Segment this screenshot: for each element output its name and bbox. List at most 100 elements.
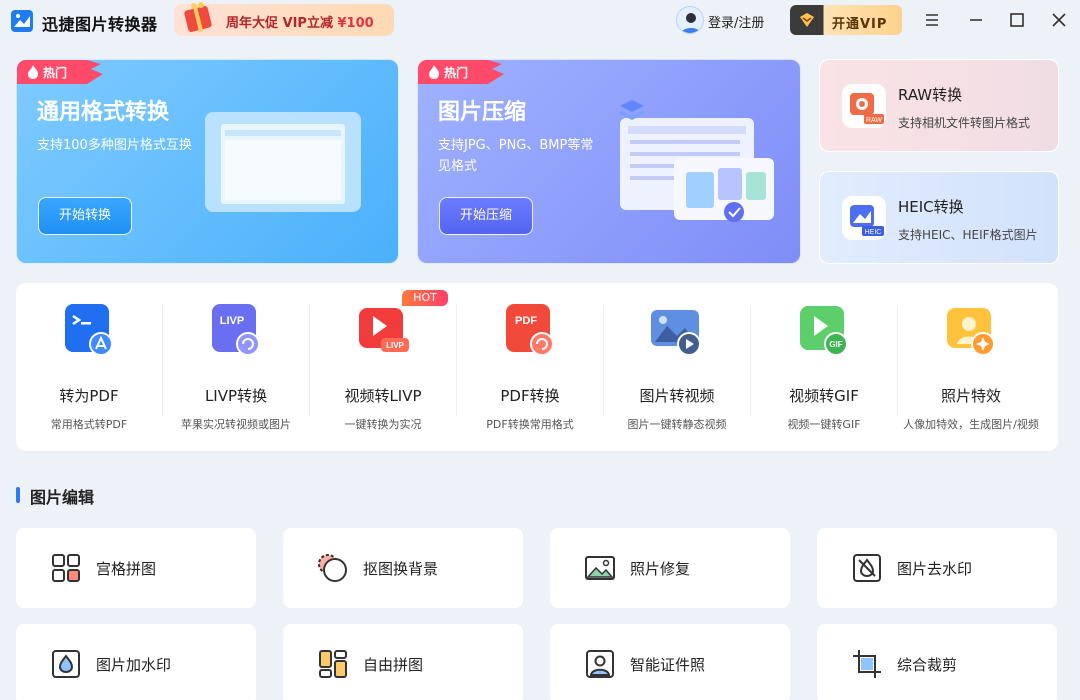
edit-photo-repair[interactable]: 照片修复 bbox=[550, 528, 790, 608]
menu-icon[interactable] bbox=[922, 10, 942, 30]
raw-file-icon: RAW bbox=[842, 84, 886, 128]
banner-desc: 支持JPG、PNG、BMP等常见格式 bbox=[438, 138, 594, 174]
tools-panel: 转为PDF 常用格式转PDF LIVP LIVP转换 苹果实况转视频或图片 LI… bbox=[16, 283, 1058, 451]
edit-grid-collage[interactable]: 宫格拼图 bbox=[16, 528, 256, 608]
hot-label: 热门 bbox=[444, 66, 469, 80]
edit-label: 照片修复 bbox=[630, 560, 691, 578]
section-title: 图片编辑 bbox=[30, 488, 95, 507]
photo-effects-icon bbox=[947, 308, 995, 356]
pdf-icon-text: PDF bbox=[515, 315, 537, 327]
tool-name: 视频转GIF bbox=[789, 387, 859, 405]
raw-convert-card[interactable]: RAW RAW转换 支持相机文件转图片格式 bbox=[819, 59, 1059, 152]
livp-icon: LIVP bbox=[212, 304, 260, 356]
grid-collage-icon bbox=[52, 554, 80, 582]
edit-label: 智能证件照 bbox=[630, 656, 706, 674]
edit-remove-watermark[interactable]: 图片去水印 bbox=[817, 528, 1057, 608]
tool-name: 照片特效 bbox=[940, 387, 1001, 405]
compress-illustration-icon bbox=[620, 100, 774, 222]
user-icon bbox=[681, 13, 701, 33]
remove-watermark-icon bbox=[853, 554, 881, 582]
tool-desc: 苹果实况转视频或图片 bbox=[181, 418, 291, 431]
side-card-desc: 支持相机文件转图片格式 bbox=[898, 116, 1031, 130]
edit-label: 宫格拼图 bbox=[96, 560, 157, 578]
promo-label: 周年大促 VIP立减 bbox=[226, 16, 333, 31]
edit-label: 图片去水印 bbox=[897, 560, 973, 578]
tool-livp[interactable]: LIVP LIVP转换 苹果实况转视频或图片 bbox=[163, 283, 309, 451]
side-card-title: RAW转换 bbox=[898, 86, 963, 104]
format-convert-banner[interactable]: 热门 通用格式转换 支持100多种图片格式互换 开始转换 bbox=[16, 59, 399, 264]
crown-icon bbox=[800, 13, 814, 27]
promo-banner[interactable]: 周年大促 VIP立减 ¥100 bbox=[174, 2, 394, 36]
side-card-desc: 支持HEIC、HEIF格式图片 bbox=[898, 228, 1038, 242]
heic-file-icon: HEIC bbox=[842, 196, 886, 240]
start-compress-button[interactable]: 开始压缩 bbox=[439, 197, 533, 235]
app-title: 迅捷图片转换器 bbox=[42, 15, 158, 34]
pdf-convert-icon: PDF bbox=[506, 304, 554, 356]
maximize-icon[interactable] bbox=[1007, 10, 1027, 30]
edit-label: 抠图换背景 bbox=[363, 560, 439, 578]
tool-image-to-video[interactable]: 图片转视频 图片一键转静态视频 bbox=[604, 283, 750, 451]
add-watermark-icon bbox=[52, 650, 80, 678]
flame-icon bbox=[28, 65, 38, 79]
banner-title: 图片压缩 bbox=[438, 100, 527, 125]
vip-label: 开通VIP bbox=[832, 17, 888, 32]
avatar[interactable] bbox=[676, 6, 704, 34]
title-bar: 迅捷图片转换器 周年大促 VIP立减 ¥100 登录/注册 开通VIP bbox=[0, 0, 1080, 42]
cutout-background-icon bbox=[318, 554, 347, 582]
video-livp-icon-text: LIVP bbox=[386, 341, 404, 350]
edit-id-photo[interactable]: 智能证件照 bbox=[550, 624, 790, 700]
vip-button[interactable]: 开通VIP bbox=[790, 5, 902, 35]
tool-name: LIVP转换 bbox=[204, 387, 268, 405]
heic-convert-card[interactable]: HEIC HEIC转换 支持HEIC、HEIF格式图片 bbox=[819, 171, 1059, 264]
hot-badge: HOT bbox=[402, 290, 448, 306]
edit-crop[interactable]: 综合裁剪 bbox=[817, 624, 1057, 700]
edit-label: 自由拼图 bbox=[363, 656, 424, 674]
tool-desc: 一键转换为实况 bbox=[344, 418, 422, 431]
livp-icon-text: LIVP bbox=[220, 315, 244, 327]
id-photo-icon bbox=[586, 650, 614, 678]
photo-repair-icon bbox=[585, 556, 615, 580]
tool-name: 转为PDF bbox=[59, 387, 119, 405]
login-link[interactable]: 登录/注册 bbox=[708, 12, 764, 31]
image-compress-banner[interactable]: 热门 图片压缩 支持JPG、PNG、BMP等常见格式 开始压缩 bbox=[417, 59, 801, 264]
edit-add-watermark[interactable]: 图片加水印 bbox=[16, 624, 256, 700]
gif-icon-text: GIF bbox=[829, 340, 842, 349]
start-convert-button[interactable]: 开始转换 bbox=[38, 197, 132, 235]
tool-to-pdf[interactable]: 转为PDF 常用格式转PDF bbox=[16, 283, 162, 451]
crop-icon bbox=[853, 650, 881, 678]
side-card-title: HEIC转换 bbox=[898, 198, 964, 216]
free-collage-icon bbox=[319, 650, 347, 678]
section-accent-bar bbox=[16, 487, 20, 503]
gift-icon bbox=[184, 2, 212, 33]
heic-badge: HEIC bbox=[865, 229, 882, 236]
tool-pdf-convert[interactable]: PDF PDF转换 PDF转换常用格式 bbox=[457, 283, 603, 451]
video-to-gif-icon: GIF bbox=[800, 306, 848, 356]
tool-video-to-gif[interactable]: GIF 视频转GIF 视频一键转GIF bbox=[751, 283, 897, 451]
close-icon[interactable] bbox=[1049, 10, 1069, 30]
promo-text: 周年大促 VIP立减 ¥100 bbox=[226, 12, 374, 31]
to-pdf-icon bbox=[65, 304, 113, 356]
tool-desc: 常用格式转PDF bbox=[50, 418, 128, 431]
raw-badge: RAW bbox=[866, 117, 882, 124]
banner-desc: 支持100多种图片格式互换 bbox=[37, 138, 192, 153]
hot-label: 热门 bbox=[43, 66, 68, 80]
tool-desc: 视频一键转GIF bbox=[787, 418, 861, 431]
flame-icon bbox=[429, 65, 439, 79]
tool-video-to-livp[interactable]: LIVP 视频转LIVP 一键转换为实况 bbox=[310, 283, 456, 451]
image-to-video-icon bbox=[651, 310, 701, 356]
tool-desc: PDF转换常用格式 bbox=[486, 418, 574, 431]
tool-desc: 图片一键转静态视频 bbox=[627, 418, 727, 431]
app-logo-icon bbox=[11, 10, 33, 32]
video-to-livp-icon: LIVP bbox=[359, 308, 409, 352]
edit-cutout-background[interactable]: 抠图换背景 bbox=[283, 528, 523, 608]
banner-title: 通用格式转换 bbox=[37, 100, 170, 125]
edit-label: 图片加水印 bbox=[96, 656, 172, 674]
edit-free-collage[interactable]: 自由拼图 bbox=[283, 624, 523, 700]
tool-photo-effects[interactable]: 照片特效 人像加特效，生成图片/视频 bbox=[898, 283, 1044, 451]
tool-name: PDF转换 bbox=[500, 387, 560, 405]
promo-price: ¥100 bbox=[337, 16, 374, 31]
minimize-icon[interactable] bbox=[966, 10, 986, 30]
tool-name: 图片转视频 bbox=[639, 387, 715, 405]
tool-desc: 人像加特效，生成图片/视频 bbox=[903, 418, 1039, 431]
tool-name: 视频转LIVP bbox=[344, 387, 422, 405]
